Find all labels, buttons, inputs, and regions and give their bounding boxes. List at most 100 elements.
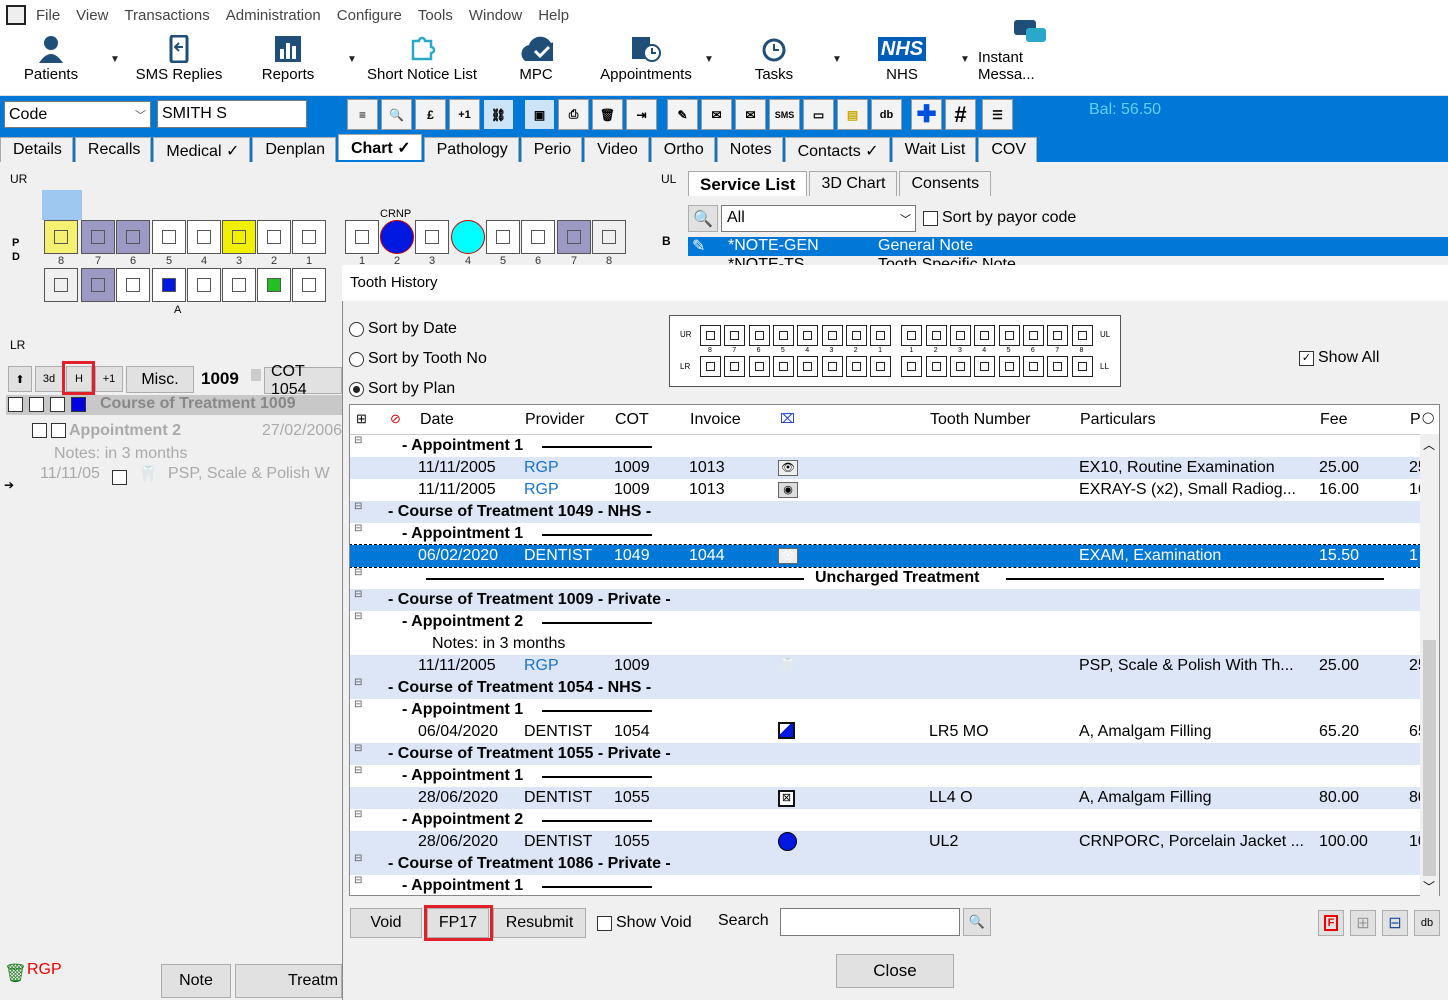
col-cot[interactable]: COT	[615, 411, 649, 429]
service-row-note-gen[interactable]: ✎ *NOTE-GEN General Note	[688, 237, 1448, 256]
void-filter-icon[interactable]: ⊘	[390, 411, 401, 427]
collapse-icon[interactable]: ⊟	[354, 590, 364, 601]
treatment-row[interactable]: 11/11/2005 RGP 1009 1013 👁 EX10, Routine Exam…	[350, 457, 1420, 479]
history-search-icon[interactable]: 🔍	[963, 908, 991, 936]
upper-tooth[interactable]	[592, 220, 626, 254]
treatment-row[interactable]: 11/11/2005 RGP 1009 1013 ◉ EXRAY-S (x2), Smal…	[350, 479, 1420, 501]
flag-f-icon[interactable]: F	[1318, 910, 1344, 936]
app-icon[interactable]	[6, 5, 26, 25]
mini-tooth[interactable]	[950, 325, 971, 346]
patient-search-input[interactable]	[157, 100, 307, 128]
save-icon[interactable]: ▣	[524, 99, 555, 130]
provider-cell[interactable]: RGP	[524, 657, 559, 675]
mini-tooth[interactable]	[1071, 356, 1093, 377]
col-p[interactable]: P	[1410, 411, 1421, 429]
mini-tooth[interactable]	[1047, 325, 1069, 346]
upper-tooth[interactable]	[44, 220, 78, 254]
upper-tooth[interactable]	[187, 220, 221, 254]
lower-tooth[interactable]	[257, 268, 291, 302]
db-small-icon[interactable]: db	[1414, 910, 1440, 936]
print-icon[interactable]: ⎙	[558, 99, 589, 130]
patients-button[interactable]: Patients	[20, 30, 82, 96]
sticky-note-icon[interactable]: ▤	[837, 99, 868, 130]
col-fee[interactable]: Fee	[1320, 411, 1348, 429]
treatment-row[interactable]: 11/11/2005 RGP 1009 🦷 PSP, Scale & Polish Wi…	[350, 655, 1420, 677]
menu-view[interactable]: View	[68, 7, 116, 24]
tab-consents[interactable]: Consents	[899, 171, 992, 196]
mini-tooth[interactable]	[901, 325, 923, 346]
mini-tooth[interactable]	[1022, 356, 1044, 377]
collapse-icon[interactable]: ⊟	[354, 744, 364, 755]
sort-by-plan-radio[interactable]: Sort by Plan	[349, 380, 455, 398]
mini-tooth[interactable]	[772, 325, 794, 346]
mini-tooth[interactable]	[700, 356, 721, 377]
mini-tooth[interactable]	[925, 356, 947, 377]
upper-tooth[interactable]	[380, 220, 414, 254]
lower-tooth[interactable]	[187, 268, 221, 302]
appointments-button[interactable]: Appointments	[594, 30, 698, 96]
menu-window[interactable]: Window	[461, 7, 530, 24]
show-void-checkbox[interactable]: Show Void	[597, 914, 692, 932]
pound-icon[interactable]: £	[415, 99, 446, 130]
search-field-select[interactable]: Code ﹀	[4, 101, 151, 128]
tasks-button[interactable]: Tasks	[750, 30, 798, 96]
appointment-row[interactable]: ⊟ - Appointment 2	[350, 809, 1420, 831]
checkbox-icon[interactable]	[51, 423, 66, 438]
mini-tooth[interactable]	[1071, 325, 1093, 346]
tab-video[interactable]: Video	[584, 137, 649, 162]
col-invoice[interactable]: Invoice	[690, 411, 741, 429]
upper-tooth[interactable]	[257, 220, 291, 254]
menu-administration[interactable]: Administration	[218, 7, 329, 24]
course-row[interactable]: ⊟ - Course of Treatment 1086 - Private -	[350, 853, 1420, 875]
provider-cell[interactable]: RGP	[524, 481, 559, 499]
cot-tab[interactable]: COT 1054	[264, 363, 342, 398]
col-provider[interactable]: Provider	[525, 411, 585, 429]
tab-cov[interactable]: COV	[978, 137, 1038, 162]
collapse-icon[interactable]: ⊟	[354, 810, 364, 821]
upper-tooth[interactable]	[486, 220, 520, 254]
mini-tooth[interactable]	[998, 356, 1020, 377]
notes-row[interactable]: Notes: in 3 months	[350, 633, 1420, 655]
scroll-up-icon[interactable]: ︿	[1423, 436, 1435, 453]
scroll-down-icon[interactable]: ﹀	[1423, 878, 1435, 895]
collapse-icon[interactable]: ⊟	[354, 678, 364, 689]
tab-notes[interactable]: Notes	[716, 137, 783, 162]
service-row-note-ts[interactable]: *NOTE-TS Tooth Specific Note	[688, 256, 1448, 265]
void-button[interactable]: Void	[350, 908, 422, 938]
col-particulars[interactable]: Particulars	[1080, 411, 1156, 429]
col-date[interactable]: Date	[420, 411, 454, 429]
medical-cross-icon[interactable]: ✚	[911, 99, 942, 130]
col-tooth-number[interactable]: Tooth Number	[930, 411, 1031, 429]
mini-tooth[interactable]	[748, 325, 770, 346]
lower-tooth[interactable]	[81, 268, 115, 302]
tab-ortho[interactable]: Ortho	[650, 137, 715, 162]
course-row[interactable]: ⊟ - Course of Treatment 1009 - Private -	[350, 589, 1420, 611]
mini-tooth[interactable]	[998, 325, 1020, 346]
list-icon[interactable]: ≡	[347, 99, 378, 130]
tab-medical[interactable]: Medical ✓	[153, 137, 251, 162]
tab-3d-chart[interactable]: 3D Chart	[809, 171, 898, 196]
mini-tooth[interactable]	[974, 356, 996, 377]
mini-tooth[interactable]	[821, 356, 843, 377]
menu-help[interactable]: Help	[530, 7, 577, 24]
appointment-row[interactable]: ⊟ - Appointment 1	[350, 765, 1420, 787]
scroll-thumb[interactable]	[1423, 640, 1436, 876]
collapse-icon[interactable]: ⊟	[354, 524, 364, 535]
upper-tooth[interactable]	[415, 220, 449, 254]
treatment-row[interactable]: 06/04/2020 DENTIST 1054 LR5 MO A, Amalgam Fi…	[350, 721, 1420, 743]
search-icon[interactable]: 🔍	[381, 99, 412, 130]
arrow-up-icon[interactable]: ⬆	[8, 366, 32, 392]
appointment-row[interactable]: ⊟ - Appointment 1	[350, 523, 1420, 545]
sort-by-tooth-radio[interactable]: Sort by Tooth No	[349, 350, 487, 368]
tab-perio[interactable]: Perio	[520, 137, 583, 162]
course-row[interactable]: ⊟ - Course of Treatment 1055 - Private -	[350, 743, 1420, 765]
short-notice-list-button[interactable]: Short Notice List	[364, 30, 480, 96]
collapse-icon[interactable]	[32, 423, 47, 438]
menu-configure[interactable]: Configure	[329, 7, 410, 24]
collapse-icon[interactable]: ⊟	[354, 502, 364, 513]
lower-tooth[interactable]	[222, 268, 256, 302]
expand-all-icon[interactable]: ⊞	[356, 411, 367, 427]
patients-dropdown-icon[interactable]: ▼	[110, 54, 120, 65]
show-all-checkbox[interactable]: ✓ Show All	[1299, 349, 1379, 367]
collapse-icon[interactable]: ⊟	[354, 854, 364, 865]
